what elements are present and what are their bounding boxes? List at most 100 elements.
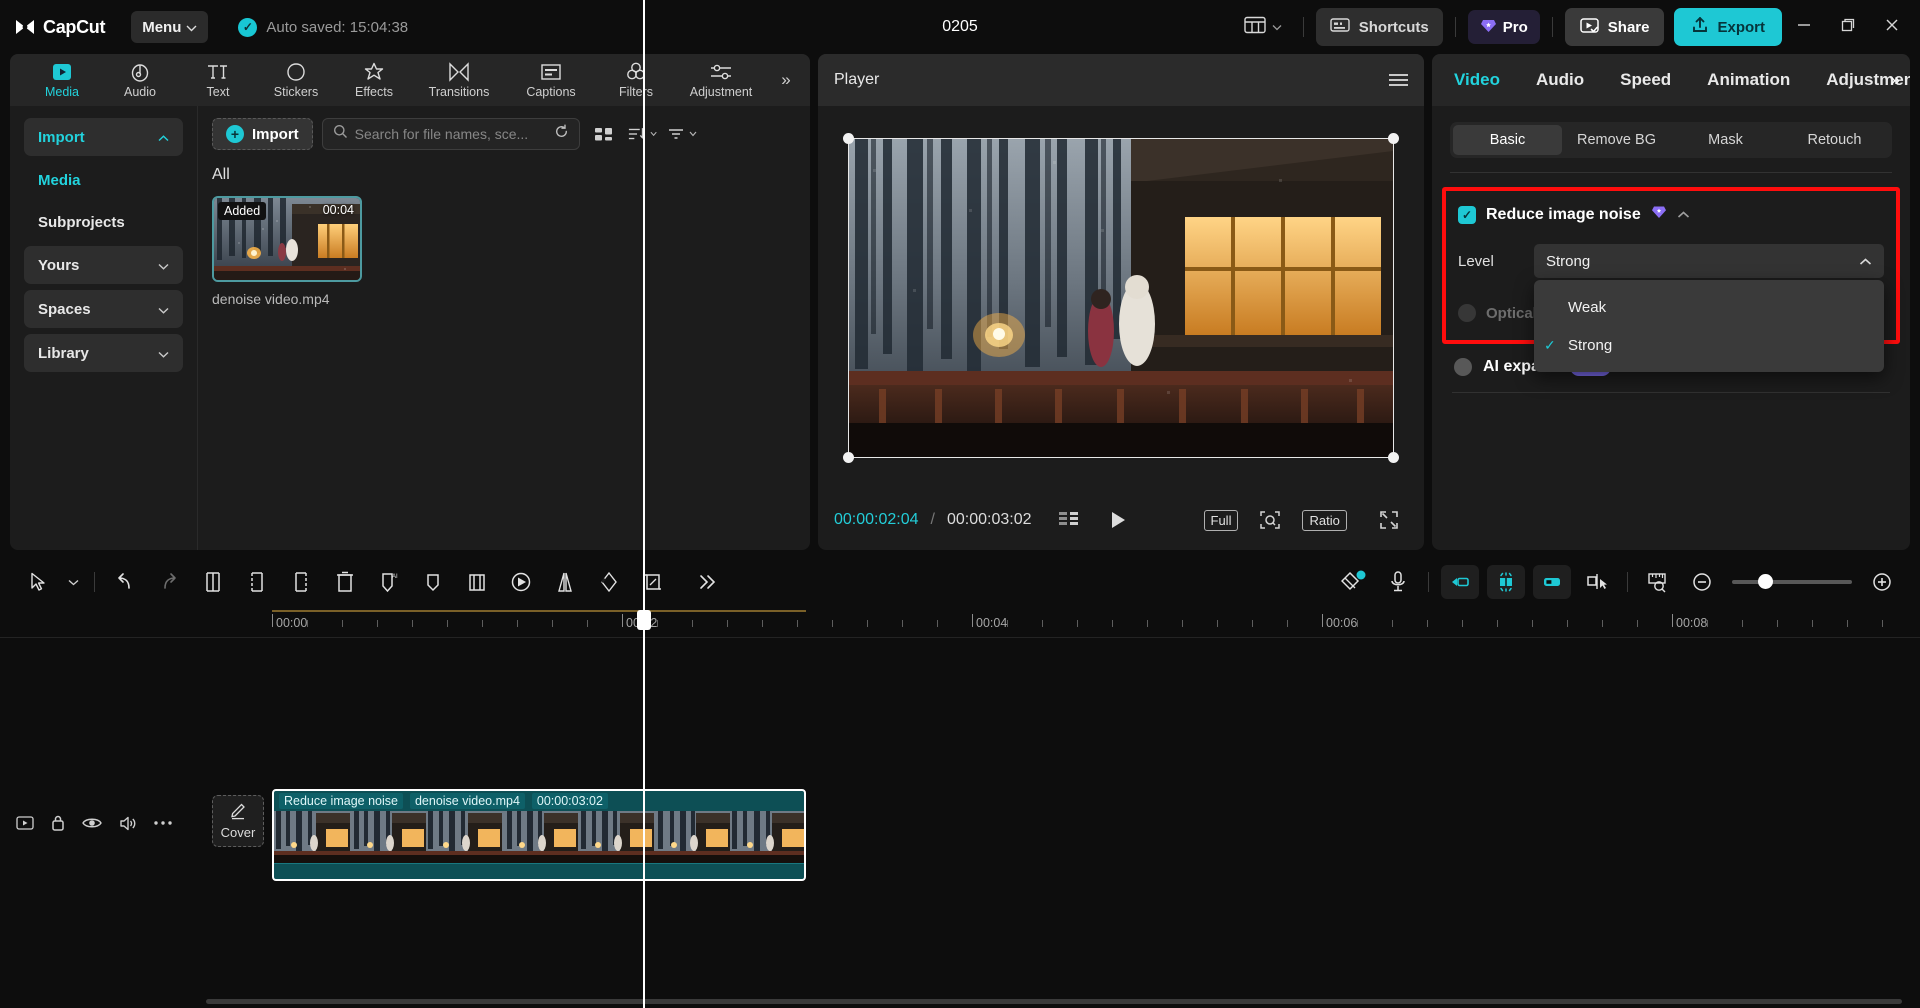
- crop-button[interactable]: [631, 562, 675, 602]
- subtab-basic[interactable]: Basic: [1453, 125, 1562, 155]
- ai-expand-checkbox[interactable]: [1454, 358, 1472, 376]
- sidebar-item-spaces[interactable]: Spaces: [24, 290, 183, 328]
- select-tool[interactable]: [16, 562, 60, 602]
- crop-handle-bottom-left[interactable]: [843, 452, 854, 463]
- eye-icon[interactable]: [82, 815, 102, 831]
- shortcuts-button[interactable]: Shortcuts: [1315, 8, 1443, 46]
- zoom-in-button[interactable]: [1860, 562, 1904, 602]
- tab-animation[interactable]: Animation: [1707, 70, 1790, 90]
- split-button[interactable]: [191, 562, 235, 602]
- timeline-clip[interactable]: Reduce image noise denoise video.mp4 00:…: [272, 789, 806, 881]
- tab-text[interactable]: Text: [180, 54, 256, 106]
- magnet-button[interactable]: [1487, 565, 1525, 599]
- video-preview-frame[interactable]: [843, 133, 1399, 463]
- more-tools-button[interactable]: [685, 562, 729, 602]
- timeline-zoom-slider[interactable]: [1732, 574, 1852, 589]
- menu-button[interactable]: Menu: [131, 11, 209, 43]
- sidebar-item-import[interactable]: Import: [24, 118, 183, 156]
- ai-marker-button[interactable]: AI: [367, 562, 411, 602]
- magnifier-icon[interactable]: [1258, 509, 1282, 531]
- left-tabs-overflow-button[interactable]: »: [768, 54, 804, 106]
- tab-video[interactable]: Video: [1454, 70, 1500, 90]
- right-panel-body: Basic Remove BG Mask Retouch ✓ Reduce im…: [1432, 106, 1910, 550]
- crop-handle-top-left[interactable]: [843, 133, 854, 144]
- frames-icon[interactable]: [1058, 511, 1080, 529]
- reverse-button[interactable]: [499, 562, 543, 602]
- dropdown-option-weak[interactable]: Weak: [1534, 288, 1884, 326]
- dropdown-option-strong[interactable]: ✓ Strong: [1534, 326, 1884, 364]
- tab-transitions[interactable]: Transitions: [414, 54, 504, 106]
- trim-left-button[interactable]: [235, 562, 279, 602]
- playhead-handle[interactable]: [637, 610, 651, 630]
- cover-button[interactable]: Cover: [212, 795, 264, 847]
- media-thumbnail[interactable]: Added 00:04: [212, 196, 362, 282]
- ellipsis-icon[interactable]: [153, 820, 173, 826]
- optical-flow-checkbox[interactable]: [1458, 304, 1476, 322]
- crop-handle-bottom-right[interactable]: [1388, 452, 1399, 463]
- timeline-ruler[interactable]: 00:00 00:02 00:04 00:06: [0, 608, 1920, 638]
- full-view-button[interactable]: Full: [1203, 509, 1239, 531]
- pro-button[interactable]: Pro: [1467, 10, 1540, 44]
- hamburger-icon[interactable]: [1389, 74, 1408, 86]
- tab-stickers[interactable]: Stickers: [258, 54, 334, 106]
- track-preview-icon[interactable]: [16, 815, 34, 831]
- search-box[interactable]: [321, 118, 580, 150]
- tab-audio-right[interactable]: Audio: [1536, 70, 1584, 90]
- grid-view-button[interactable]: [589, 119, 619, 149]
- tab-effects[interactable]: Effects: [336, 54, 412, 106]
- delete-button[interactable]: [323, 562, 367, 602]
- media-item[interactable]: Added 00:04 denoise video.mp4: [212, 196, 362, 307]
- keyframe-button[interactable]: [1332, 562, 1376, 602]
- tab-media[interactable]: Media: [24, 54, 100, 106]
- refresh-icon[interactable]: [554, 124, 569, 144]
- marker-button[interactable]: [411, 562, 455, 602]
- filter-button[interactable]: [667, 119, 697, 149]
- tab-speed[interactable]: Speed: [1620, 70, 1671, 90]
- tab-adjustment[interactable]: Adjustment: [676, 54, 766, 106]
- speaker-icon[interactable]: [118, 815, 137, 832]
- sidebar-item-media[interactable]: Media: [24, 162, 183, 198]
- maximize-button[interactable]: [1826, 7, 1870, 47]
- right-tabs-overflow-button[interactable]: »: [1891, 70, 1900, 90]
- level-select[interactable]: Strong: [1534, 244, 1884, 278]
- timeline-horizontal-scrollbar[interactable]: [206, 999, 1902, 1004]
- reduce-noise-checkbox[interactable]: ✓: [1458, 205, 1476, 224]
- fullscreen-icon[interactable]: [1379, 510, 1399, 530]
- tab-filters[interactable]: Filters: [598, 54, 674, 106]
- media-filter-all[interactable]: All: [212, 166, 796, 184]
- freeze-frame-button[interactable]: [455, 562, 499, 602]
- record-button[interactable]: [1376, 562, 1420, 602]
- subtab-retouch[interactable]: Retouch: [1780, 125, 1889, 155]
- subtab-remove-bg[interactable]: Remove BG: [1562, 125, 1671, 155]
- lock-icon[interactable]: [50, 814, 66, 832]
- redo-button[interactable]: [147, 562, 191, 602]
- select-tool-dropdown[interactable]: [60, 562, 86, 602]
- ruler-button[interactable]: [1636, 562, 1680, 602]
- close-button[interactable]: [1870, 7, 1914, 47]
- import-button[interactable]: + Import: [212, 118, 313, 150]
- mirror-button[interactable]: [543, 562, 587, 602]
- chevron-up-icon[interactable]: [1677, 208, 1690, 222]
- tab-audio[interactable]: Audio: [102, 54, 178, 106]
- play-button[interactable]: [1108, 510, 1128, 530]
- tab-captions[interactable]: Captions: [506, 54, 596, 106]
- undo-button[interactable]: [103, 562, 147, 602]
- rotate-button[interactable]: [587, 562, 631, 602]
- trim-right-button[interactable]: [279, 562, 323, 602]
- sidebar-item-yours[interactable]: Yours: [24, 246, 183, 284]
- zoom-out-button[interactable]: [1680, 562, 1724, 602]
- crop-handle-top-right[interactable]: [1388, 133, 1399, 144]
- zoom-slider-handle[interactable]: [1758, 574, 1773, 589]
- ratio-button[interactable]: Ratio: [1302, 509, 1347, 531]
- subtab-mask[interactable]: Mask: [1671, 125, 1780, 155]
- auto-snap-button[interactable]: [1441, 565, 1479, 599]
- link-av-button[interactable]: [1533, 565, 1571, 599]
- minimize-button[interactable]: [1782, 7, 1826, 47]
- search-input[interactable]: [354, 126, 547, 142]
- preview-axis-button[interactable]: [1575, 562, 1619, 602]
- sidebar-item-library[interactable]: Library: [24, 334, 183, 372]
- export-button[interactable]: Export: [1674, 8, 1782, 46]
- sidebar-item-subprojects[interactable]: Subprojects: [24, 204, 183, 240]
- share-button[interactable]: Share: [1564, 8, 1665, 46]
- layout-switch-button[interactable]: [1235, 10, 1291, 44]
